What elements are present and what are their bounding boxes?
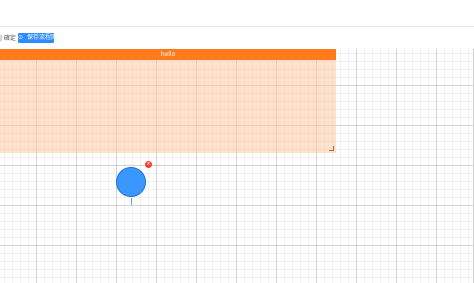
group-node[interactable]: hello bbox=[0, 49, 336, 153]
circle-node[interactable] bbox=[116, 167, 146, 197]
group-node-title[interactable]: hello bbox=[0, 49, 336, 60]
resize-handle-icon[interactable] bbox=[329, 146, 334, 151]
connector-line bbox=[131, 198, 132, 205]
save-icon: ⊙ bbox=[18, 34, 24, 41]
toolbar-left-text[interactable]: | 確定 bbox=[0, 35, 16, 43]
toolbar bbox=[0, 27, 474, 49]
delete-badge-icon[interactable]: × bbox=[145, 161, 152, 168]
save-flowchart-button[interactable]: ⊙ 保存流程图 bbox=[18, 33, 57, 43]
top-bar bbox=[0, 0, 474, 27]
save-flowchart-label: 保存流程图 bbox=[26, 34, 57, 41]
